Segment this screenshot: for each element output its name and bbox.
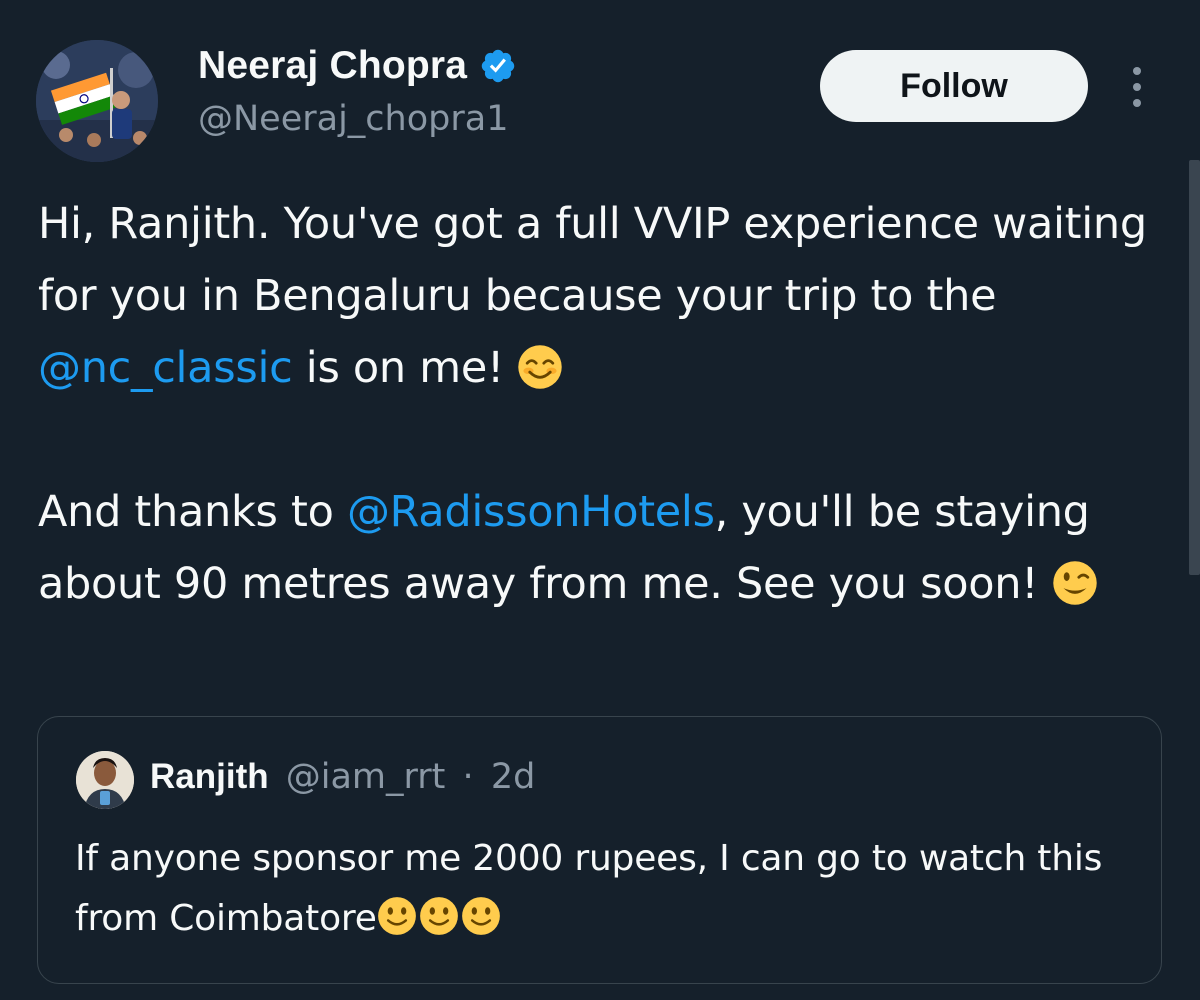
slightly-smiling-face-icon [377, 897, 416, 935]
tweet-text-segment: is on me! [292, 343, 518, 393]
tweet-text-segment: And thanks to [38, 487, 347, 537]
slightly-smiling-face-icon [461, 897, 500, 935]
tweet-body: Hi, Ranjith. You've got a full VVIP expe… [38, 188, 1178, 620]
mention-link-radisson-hotels[interactable]: @RadissonHotels [347, 487, 715, 537]
verified-badge-icon [481, 49, 515, 83]
winking-face-icon [1052, 561, 1097, 605]
quoted-author-name[interactable]: Ranjith [150, 757, 269, 796]
smiling-face-icon [518, 345, 563, 389]
slightly-smiling-face-icon [419, 897, 458, 935]
author-name-row: Neeraj Chopra [198, 44, 517, 88]
tweet-paragraph-1: Hi, Ranjith. You've got a full VVIP expe… [38, 188, 1178, 404]
author-display-name[interactable]: Neeraj Chopra [198, 44, 467, 88]
more-options-icon[interactable] [1122, 64, 1152, 110]
tweet-screen: Neeraj Chopra @Neeraj_chopra1 Follow Hi,… [0, 0, 1200, 1000]
quoted-tweet-header: Ranjith @iam_rrt · 2d [150, 757, 535, 797]
author-handle[interactable]: @Neeraj_chopra1 [198, 99, 508, 139]
quoted-tweet-card[interactable]: Ranjith @iam_rrt · 2d If anyone sponsor … [37, 716, 1162, 984]
author-avatar[interactable] [36, 40, 158, 162]
quoted-author-avatar[interactable] [76, 751, 134, 809]
tweet-text-segment: Hi, Ranjith. You've got a full VVIP expe… [38, 199, 1147, 321]
tweet-paragraph-2: And thanks to @RadissonHotels, you'll be… [38, 476, 1178, 620]
quoted-separator: · [462, 757, 474, 797]
quoted-author-handle[interactable]: @iam_rrt [286, 757, 446, 797]
follow-button[interactable]: Follow [820, 50, 1088, 122]
quoted-tweet-body: If anyone sponsor me 2000 rupees, I can … [75, 829, 1135, 949]
quoted-timestamp[interactable]: 2d [491, 757, 536, 797]
avatar-image [36, 40, 158, 162]
quoted-tweet-text: If anyone sponsor me 2000 rupees, I can … [75, 838, 1103, 939]
mention-link-nc-classic[interactable]: @nc_classic [38, 343, 293, 393]
scrollbar-thumb[interactable] [1189, 160, 1200, 575]
quoted-avatar-image [76, 751, 134, 809]
